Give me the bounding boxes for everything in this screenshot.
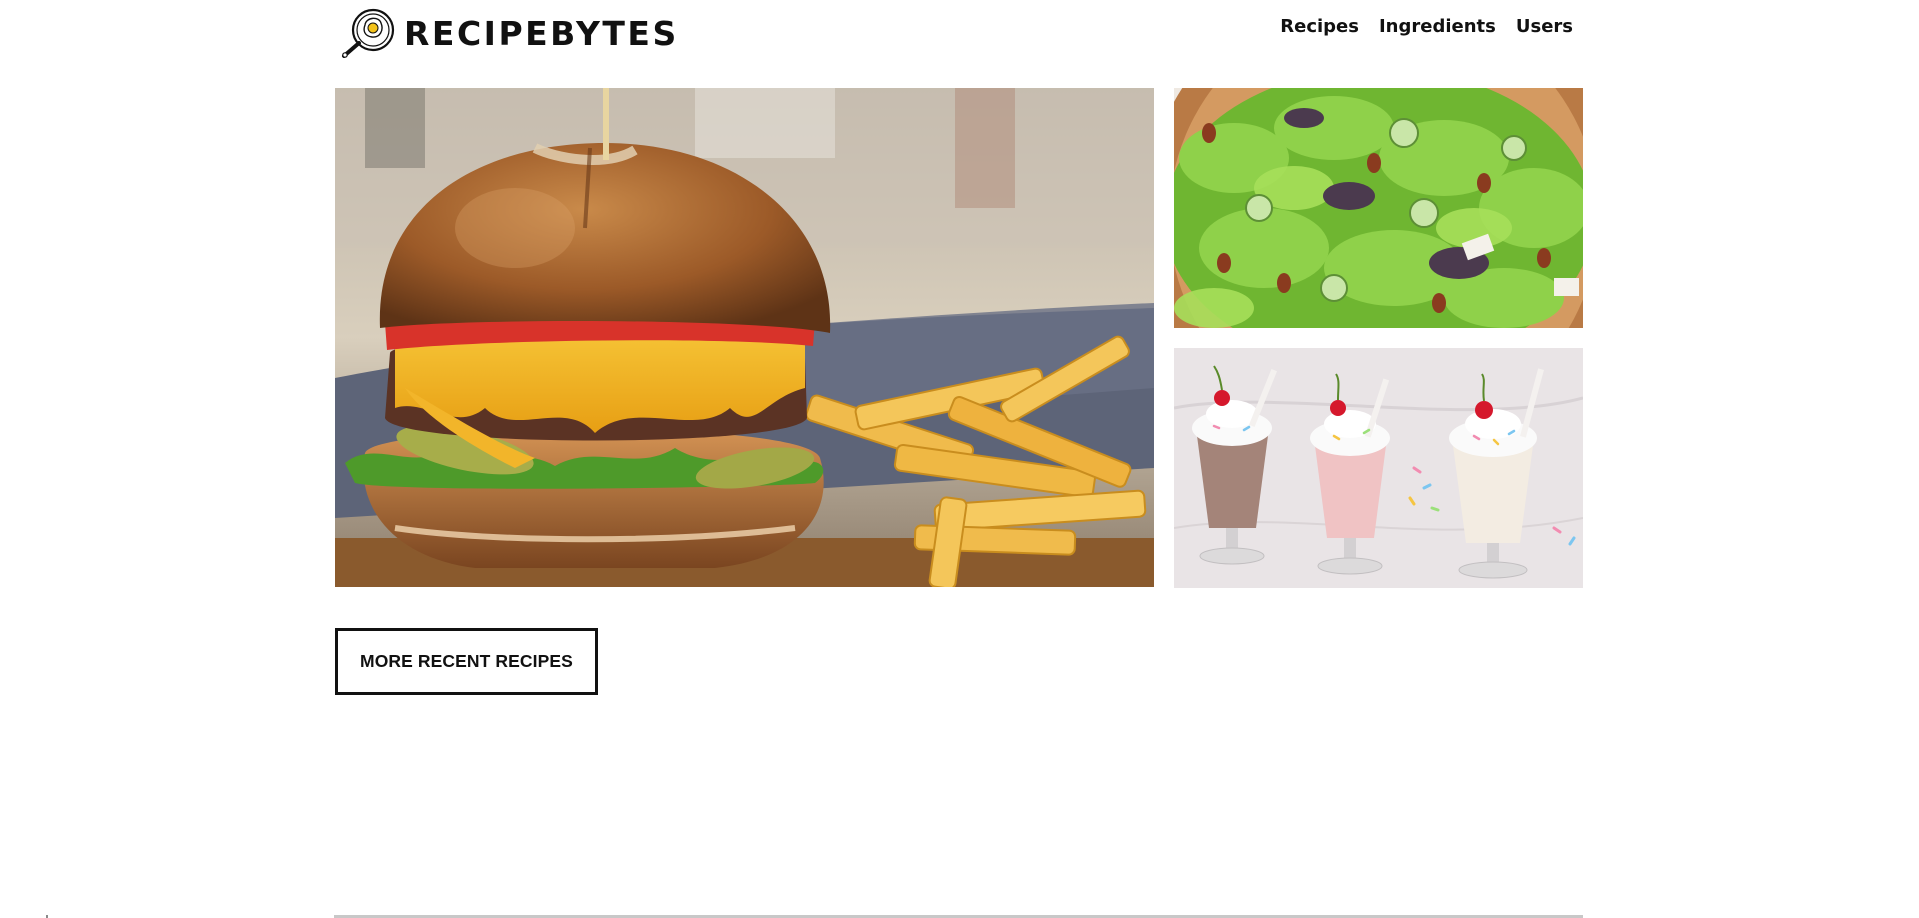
featured-recipe-milkshakes[interactable] — [1174, 348, 1583, 588]
nav-ingredients[interactable]: Ingredients — [1379, 16, 1496, 37]
frying-pan-egg-icon — [342, 8, 395, 58]
burger-and-fries-photo — [335, 88, 1154, 587]
site-header: RECIPEBYTES Recipes Ingredients Users — [0, 0, 1919, 66]
nav-recipes[interactable]: Recipes — [1280, 16, 1359, 37]
main-nav: Recipes Ingredients Users — [1280, 16, 1573, 37]
milkshakes-photo — [1174, 348, 1583, 588]
nav-users[interactable]: Users — [1516, 16, 1573, 37]
brand-home-link[interactable]: RECIPEBYTES — [339, 8, 679, 58]
brand-name: RECIPEBYTES — [404, 13, 679, 53]
green-salad-photo — [1174, 88, 1583, 328]
more-recent-recipes-button[interactable]: MORE RECENT RECIPES — [335, 628, 598, 695]
featured-recipe-burger[interactable] — [335, 88, 1154, 587]
featured-recipe-salad[interactable] — [1174, 88, 1583, 328]
